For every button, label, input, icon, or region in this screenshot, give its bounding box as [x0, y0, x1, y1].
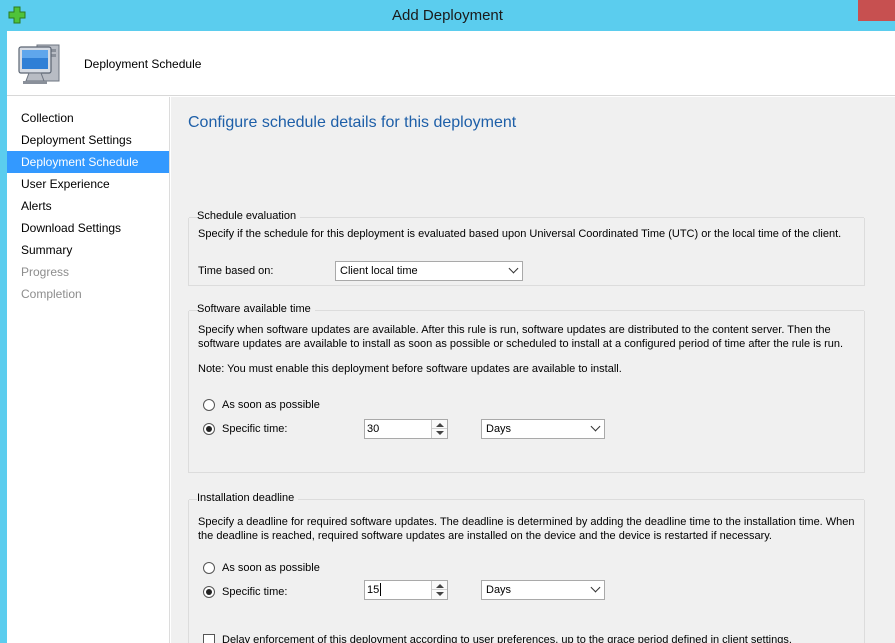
available-specific-radio[interactable] — [203, 423, 215, 435]
nav-item-user-experience[interactable]: User Experience — [7, 173, 169, 195]
computer-icon — [18, 44, 60, 84]
available-time-stepper[interactable]: 30 — [364, 419, 448, 439]
chevron-down-icon — [590, 582, 601, 593]
header-title: Deployment Schedule — [84, 57, 202, 71]
page-title: Configure schedule details for this depl… — [188, 114, 517, 131]
nav-item-alerts[interactable]: Alerts — [7, 195, 169, 217]
nav-item-deployment-schedule[interactable]: Deployment Schedule — [7, 151, 169, 173]
deadline-legend: Installation deadline — [197, 492, 299, 504]
deadline-unit-value: Days — [486, 584, 512, 596]
stepper-buttons[interactable] — [431, 420, 447, 438]
text-caret — [380, 583, 381, 596]
arrow-down-icon[interactable] — [436, 431, 444, 435]
deadline-specific-radio[interactable] — [203, 586, 215, 598]
deadline-description-2: the deadline is reached, required softwa… — [198, 530, 772, 542]
stepper-buttons[interactable] — [431, 581, 447, 599]
wizard-nav: Collection Deployment Settings Deploymen… — [7, 97, 170, 643]
available-time-value: 30 — [367, 423, 380, 435]
available-time-description-2: software updates are available to instal… — [198, 338, 844, 350]
chevron-down-icon — [590, 421, 601, 432]
nav-item-download-settings[interactable]: Download Settings — [7, 217, 169, 239]
deadline-stepper[interactable]: 15 — [364, 580, 448, 600]
time-based-label: Time based on: — [198, 265, 274, 277]
time-based-value: Client local time — [340, 265, 418, 277]
deadline-asap-radio[interactable] — [203, 562, 215, 574]
nav-item-summary[interactable]: Summary — [7, 239, 169, 261]
schedule-evaluation-description: Specify if the schedule for this deploym… — [198, 228, 842, 240]
arrow-up-icon[interactable] — [436, 584, 444, 588]
available-time-legend: Software available time — [197, 303, 315, 315]
schedule-evaluation-legend: Schedule evaluation — [197, 210, 301, 222]
title-bar: Add Deployment — [0, 0, 895, 31]
arrow-down-icon[interactable] — [436, 592, 444, 596]
deadline-unit-select[interactable]: Days — [481, 580, 605, 600]
chevron-down-icon — [508, 263, 519, 274]
available-asap-label: As soon as possible — [222, 399, 320, 411]
nav-item-deployment-settings[interactable]: Deployment Settings — [7, 129, 169, 151]
nav-item-progress: Progress — [21, 265, 70, 279]
close-button[interactable] — [858, 0, 895, 21]
deadline-value: 15 — [367, 584, 380, 596]
available-unit-select[interactable]: Days — [481, 419, 605, 439]
deadline-description-1: Specify a deadline for required software… — [198, 516, 855, 528]
deadline-asap-label: As soon as possible — [222, 562, 320, 574]
available-unit-value: Days — [486, 423, 512, 435]
arrow-up-icon[interactable] — [436, 423, 444, 427]
deadline-group: Installation deadline Specify a deadline… — [188, 492, 865, 643]
available-asap-radio[interactable] — [203, 399, 215, 411]
delay-enforcement-checkbox[interactable] — [203, 634, 215, 643]
time-based-select[interactable]: Client local time — [335, 261, 523, 281]
wizard-header: Deployment Schedule — [7, 31, 895, 96]
delay-enforcement-label: Delay enforcement of this deployment acc… — [222, 634, 792, 643]
available-time-group: Software available time Specify when sof… — [188, 303, 865, 473]
available-specific-label: Specific time: — [222, 423, 288, 435]
available-time-description-1: Specify when software updates are availa… — [198, 324, 831, 336]
nav-item-completion: Completion — [21, 287, 82, 301]
window-title: Add Deployment — [392, 7, 503, 24]
deadline-specific-label: Specific time: — [222, 586, 288, 598]
content-pane: Configure schedule details for this depl… — [171, 97, 895, 643]
schedule-evaluation-group: Schedule evaluation Specify if the sched… — [188, 210, 865, 286]
available-time-note: Note: You must enable this deployment be… — [198, 363, 622, 375]
wizard-window: Deployment Schedule Collection Deploymen… — [7, 31, 895, 643]
nav-item-collection[interactable]: Collection — [7, 107, 169, 129]
